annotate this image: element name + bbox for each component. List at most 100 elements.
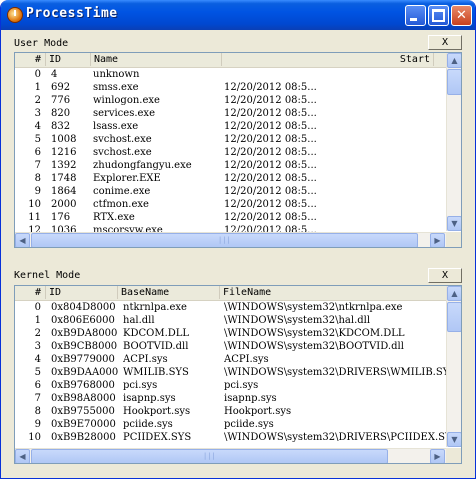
app-icon <box>7 7 23 23</box>
table-row[interactable]: 0 0x804D8000 ntkrnlpa.exe \WINDOWS\system32… <box>15 301 461 314</box>
table-row[interactable]: 10 0xB9B28000 PCIIDEX.SYS \WINDOWS\system32… <box>15 431 461 444</box>
cell-index: 8 <box>34 173 41 184</box>
table-row[interactable]: 3 820 services.exe 12/20/2012 08:5... <box>15 107 461 120</box>
kernel-mode-horizontal-scrollbar[interactable]: ◀ ||| ▶ <box>15 448 446 463</box>
cell-id: 776 <box>51 95 71 106</box>
scroll-down-arrow-icon[interactable]: ▼ <box>447 432 461 447</box>
column-header-basename[interactable]: BaseName <box>118 286 220 299</box>
scroll-down-arrow-icon[interactable]: ▼ <box>447 216 461 231</box>
cell-name: ctfmon.exe <box>93 199 149 210</box>
scroll-up-arrow-icon[interactable]: ▲ <box>447 53 461 68</box>
cell-id: 2000 <box>51 199 77 210</box>
table-row[interactable]: 6 0xB9768000 pci.sys pci.sys <box>15 379 461 392</box>
table-row[interactable]: 5 0xB9DAA000 WMILIB.SYS \WINDOWS\system32\D… <box>15 366 461 379</box>
close-button[interactable]: ✕ <box>451 5 472 26</box>
table-row[interactable]: 4 0xB9779000 ACPI.sys ACPI.sys <box>15 353 461 366</box>
close-icon: ✕ <box>456 8 467 23</box>
cell-index: 3 <box>34 108 41 119</box>
cell-id: 692 <box>51 82 71 93</box>
cell-index: 6 <box>34 147 41 158</box>
cell-index: 5 <box>34 367 41 378</box>
cell-name: smss.exe <box>93 82 139 93</box>
cell-id: 1864 <box>51 186 77 197</box>
column-header-id[interactable]: ID <box>46 53 91 66</box>
column-header-start[interactable]: Start <box>222 53 434 66</box>
table-row[interactable]: 10 2000 ctfmon.exe 12/20/2012 08:5... <box>15 198 461 211</box>
scroll-right-arrow-icon[interactable]: ▶ <box>430 233 445 247</box>
table-row[interactable]: 2 0xB9DA8000 KDCOM.DLL \WINDOWS\system32\KD… <box>15 327 461 340</box>
table-row[interactable]: 1 692 smss.exe 12/20/2012 08:5... <box>15 81 461 94</box>
cell-index: 0 <box>34 302 41 313</box>
user-mode-close-button[interactable]: X <box>428 35 462 50</box>
cell-index: 3 <box>34 341 41 352</box>
table-row[interactable]: 4 832 lsass.exe 12/20/2012 08:5... <box>15 120 461 133</box>
column-header-filename[interactable]: FileName <box>220 286 461 299</box>
cell-name: conime.exe <box>93 186 151 197</box>
cell-filename: pci.sys <box>224 380 259 391</box>
table-row[interactable]: 9 0xB9E70000 pciide.sys pciide.sys <box>15 418 461 431</box>
cell-name: zhudongfangyu.exe <box>93 160 192 171</box>
user-mode-process-list[interactable]: # ID Name Start En 04unknown1692smss.exe… <box>14 52 462 248</box>
cell-start <box>224 68 434 81</box>
cell-basename: pci.sys <box>123 380 158 391</box>
scroll-left-arrow-icon[interactable]: ◀ <box>15 449 30 463</box>
table-row[interactable]: 9 1864 conime.exe 12/20/2012 08:5... <box>15 185 461 198</box>
user-mode-vertical-scrollbar[interactable]: ▲ ▼ <box>446 53 461 231</box>
table-row[interactable]: 0 4 unknown <box>15 68 461 81</box>
column-header-name[interactable]: Name <box>91 53 222 66</box>
cell-filename: isapnp.sys <box>224 393 277 404</box>
cell-filename: \WINDOWS\system32\KDCOM.DLL <box>224 328 405 339</box>
horizontal-scroll-thumb[interactable]: ||| <box>31 233 418 247</box>
minimize-button[interactable] <box>405 5 426 26</box>
title-bar[interactable]: ProcessTime ✕ <box>1 0 475 30</box>
scroll-up-arrow-icon[interactable]: ▲ <box>447 286 461 301</box>
column-header-id[interactable]: ID <box>46 286 118 299</box>
cell-name: Explorer.EXE <box>93 173 161 184</box>
column-header-index[interactable]: # <box>15 286 46 299</box>
kernel-mode-vertical-scrollbar[interactable]: ▲ ▼ <box>446 286 461 447</box>
cell-index: 10 <box>28 199 41 210</box>
table-row[interactable]: 7 1392 zhudongfangyu.exe 12/20/2012 08:5... <box>15 159 461 172</box>
cell-name: lsass.exe <box>93 121 139 132</box>
vertical-scroll-thumb[interactable] <box>447 302 461 332</box>
table-row[interactable]: 11 176 RTX.exe 12/20/2012 08:5... <box>15 211 461 224</box>
cell-index: 1 <box>34 82 41 93</box>
cell-index: 10 <box>28 432 41 443</box>
cell-basename: KDCOM.DLL <box>123 328 190 339</box>
column-header-index[interactable]: # <box>15 53 46 66</box>
cell-basename: PCIIDEX.SYS <box>123 432 192 443</box>
scroll-right-arrow-icon[interactable]: ▶ <box>430 449 445 463</box>
cell-name: svchost.exe <box>93 147 152 158</box>
cell-basename: isapnp.sys <box>123 393 176 404</box>
table-row[interactable]: 7 0xB98A8000 isapnp.sys isapnp.sys <box>15 392 461 405</box>
cell-id: 4 <box>51 69 58 80</box>
vertical-scroll-thumb[interactable] <box>447 69 461 95</box>
cell-id: 1748 <box>51 173 77 184</box>
cell-id: 0xB98A8000 <box>51 393 116 404</box>
table-row[interactable]: 8 1748 Explorer.EXE 12/20/2012 08:5... <box>15 172 461 185</box>
cell-index: 9 <box>34 186 41 197</box>
cell-id: 0xB9DA8000 <box>51 328 118 339</box>
kernel-mode-module-list[interactable]: # ID BaseName FileName 0 0x804D8000 ntkrnl… <box>14 285 462 464</box>
cell-id: 0xB9E70000 <box>51 419 116 430</box>
cell-name: services.exe <box>93 108 155 119</box>
cell-basename: ACPI.sys <box>123 354 168 365</box>
maximize-button[interactable] <box>428 5 449 26</box>
user-mode-horizontal-scrollbar[interactable]: ◀ ||| ▶ <box>15 232 446 247</box>
table-row[interactable]: 1 0x806E6000 hal.dll \WINDOWS\system32\hal.… <box>15 314 461 327</box>
cell-id: 0xB9DAA000 <box>51 367 119 378</box>
cell-index: 1 <box>34 315 41 326</box>
table-row[interactable]: 8 0xB9755000 Hookport.sys Hookport.sys <box>15 405 461 418</box>
table-row[interactable]: 5 1008 svchost.exe 12/20/2012 08:5... <box>15 133 461 146</box>
scroll-corner <box>446 448 461 463</box>
cell-start: 12/20/2012 08:5... <box>224 82 317 93</box>
table-row[interactable]: 2 776 winlogon.exe 12/20/2012 08:5... <box>15 94 461 107</box>
scroll-left-arrow-icon[interactable]: ◀ <box>15 233 30 247</box>
kernel-mode-close-button[interactable]: X <box>428 268 462 283</box>
table-row[interactable]: 3 0xB9CB8000 BOOTVID.dll \WINDOWS\system32\… <box>15 340 461 353</box>
horizontal-scroll-thumb[interactable]: ||| <box>31 449 388 463</box>
cell-index: 4 <box>34 354 41 365</box>
cell-filename: \WINDOWS\system32\BOOTVID.dll <box>224 341 404 352</box>
table-row[interactable]: 6 1216 svchost.exe 12/20/2012 08:5... <box>15 146 461 159</box>
cell-basename: ntkrnlpa.exe <box>123 302 187 313</box>
